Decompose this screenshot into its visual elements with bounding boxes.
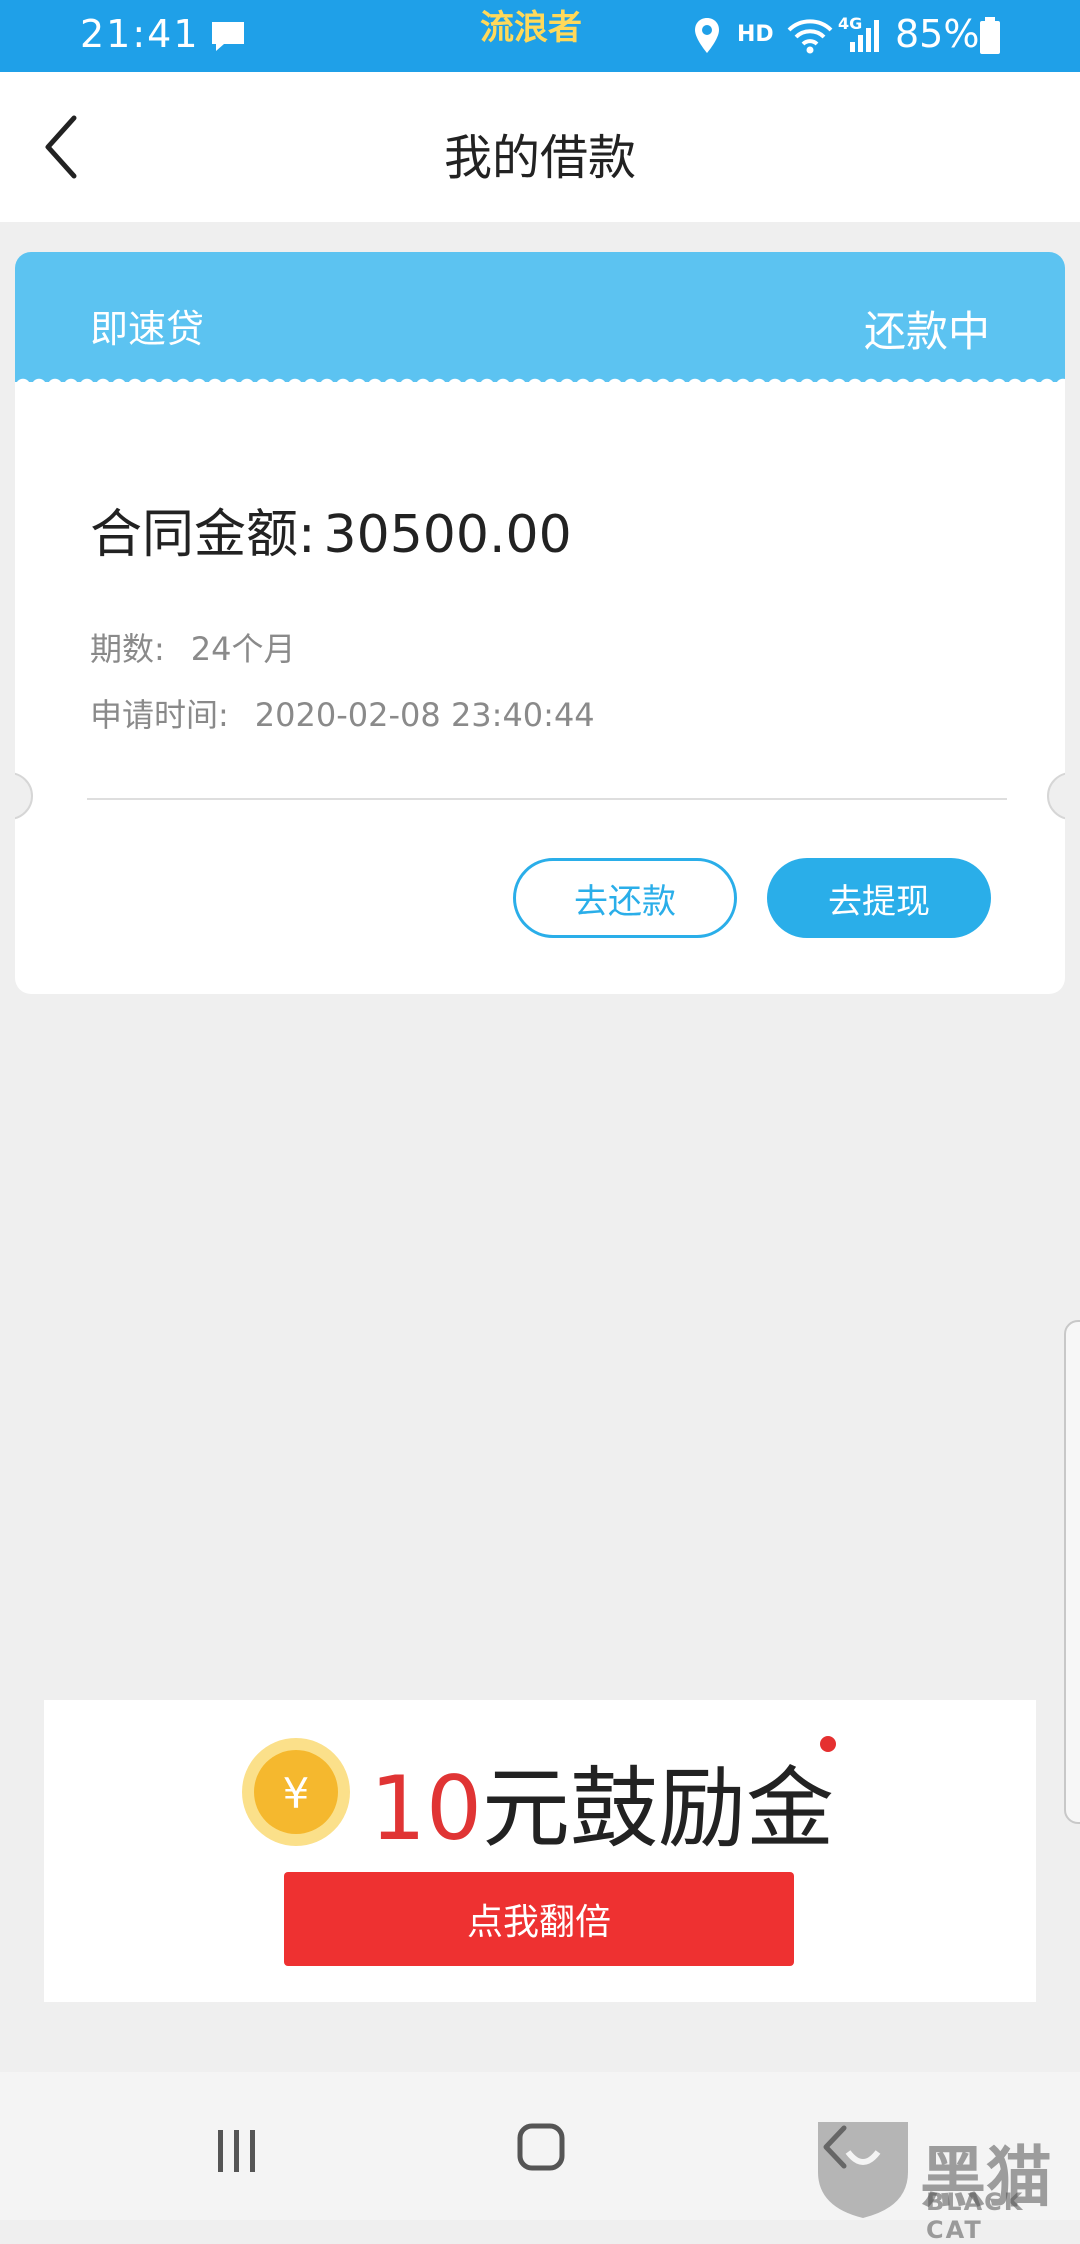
location-icon (692, 16, 722, 60)
edge-panel-handle[interactable] (1064, 1320, 1080, 1824)
promo-amount-suffix: 元鼓励金 (481, 1757, 834, 1860)
scallop-edge (15, 372, 1065, 392)
signal-icon (848, 16, 882, 58)
withdraw-button[interactable]: 去提现 (767, 858, 991, 938)
term-label: 期数: (90, 630, 165, 668)
double-reward-button[interactable]: 点我翻倍 (284, 1872, 794, 1966)
battery-percent: 85% (895, 12, 980, 56)
coin-icon: ¥ (240, 1736, 352, 1852)
promo-title: 10元鼓励金 (370, 1738, 834, 1865)
product-name: 即速贷 (90, 307, 205, 351)
recent-apps-icon[interactable] (214, 2128, 260, 2178)
message-icon (208, 18, 248, 58)
loan-card-header: 即速贷 还款中 (15, 252, 1065, 382)
coin-symbol: ¥ (283, 1769, 310, 1818)
contract-amount-label: 合同金额: (90, 505, 316, 565)
term-row: 期数: 24个月 (90, 624, 296, 670)
repay-button[interactable]: 去还款 (513, 858, 737, 938)
status-time: 21:41 (80, 12, 200, 56)
wifi-icon (787, 16, 833, 60)
term-value: 24个月 (190, 630, 296, 668)
hd-indicator: HD (737, 22, 774, 47)
card-divider (87, 798, 1007, 800)
home-icon[interactable] (516, 2122, 566, 2176)
apply-time-row: 申请时间: 2020-02-08 23:40:44 (90, 690, 595, 736)
apply-time-label: 申请时间: (90, 696, 229, 734)
black-cat-logo-icon (808, 2112, 918, 2226)
status-bar: 21:41 流浪者 HD 4G 85% (0, 0, 1080, 72)
notification-dot (820, 1736, 836, 1752)
apply-time-value: 2020-02-08 23:40:44 (254, 696, 595, 734)
loan-card: 即速贷 还款中 合同金额: 30500.00 期数: 24个月 申请时间: 2020-… (15, 252, 1065, 994)
ticket-notch-left (15, 772, 33, 820)
carrier-label: 流浪者 (480, 8, 582, 48)
ticket-notch-right (1047, 772, 1065, 820)
contract-amount-value: 30500.00 (323, 505, 572, 565)
promo-banner[interactable]: ¥ 10元鼓励金 点我翻倍 (44, 1700, 1036, 2002)
battery-icon (978, 16, 1002, 60)
contract-amount: 合同金额: 30500.00 (90, 492, 572, 567)
watermark-subtext: BLACK CAT (926, 2188, 1025, 2244)
page-title: 我的借款 (443, 130, 636, 186)
promo-amount: 10 (370, 1757, 482, 1860)
app-bar: 我的借款 (0, 72, 1080, 222)
loan-status: 还款中 (863, 307, 990, 356)
system-nav-bar (0, 2072, 1080, 2220)
